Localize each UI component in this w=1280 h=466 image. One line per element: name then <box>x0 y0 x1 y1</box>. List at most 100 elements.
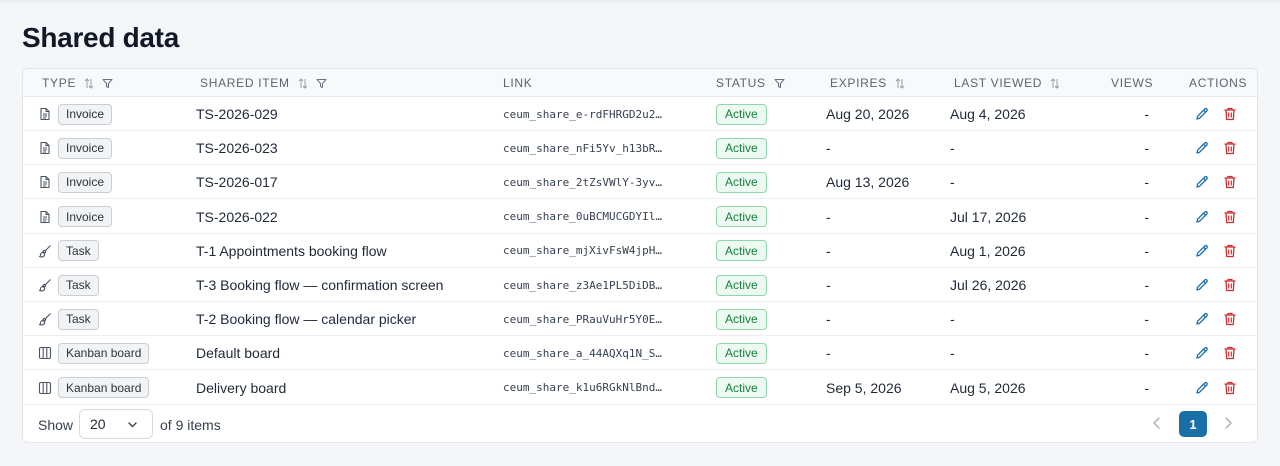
trash-icon[interactable] <box>1222 277 1238 293</box>
trash-icon[interactable] <box>1222 380 1238 396</box>
trash-icon[interactable] <box>1222 174 1238 190</box>
last-viewed-date: Aug 4, 2026 <box>950 106 1026 122</box>
views-count: - <box>1144 277 1149 293</box>
shared-item-name: TS-2026-017 <box>196 174 278 191</box>
document-icon <box>38 107 52 121</box>
trash-icon[interactable] <box>1222 209 1238 225</box>
last-viewed-cell: Jul 26, 2026 <box>950 268 1026 302</box>
pencil-icon[interactable] <box>1194 106 1210 122</box>
filter-icon[interactable] <box>316 78 327 89</box>
trash-icon[interactable] <box>1222 243 1238 259</box>
expires-date: Aug 20, 2026 <box>826 106 910 122</box>
table-row[interactable]: Kanban board Delivery board ceum_share_k1u… <box>23 371 1257 405</box>
table-row[interactable]: Task T-1 Appointments booking flow ceum_sh… <box>23 234 1257 268</box>
sort-icon[interactable] <box>84 77 94 89</box>
type-cell: Task <box>38 302 99 336</box>
shared-item-name: T-1 Appointments booking flow <box>196 242 387 259</box>
trash-icon[interactable] <box>1222 345 1238 361</box>
page-title: Shared data <box>22 22 179 53</box>
pencil-icon[interactable] <box>1194 243 1210 259</box>
views-cell: - <box>1107 371 1149 405</box>
sort-icon[interactable] <box>298 77 308 89</box>
type-cell: Invoice <box>38 97 113 131</box>
pencil-icon[interactable] <box>1194 174 1210 190</box>
table-row[interactable]: Kanban board Default board ceum_share_a_44… <box>23 336 1257 371</box>
link-cell: ceum_share_2tZsVWlY-3yv… <box>503 165 665 199</box>
column-link: LINK <box>503 69 532 97</box>
views-cell: - <box>1107 302 1149 336</box>
share-link[interactable]: ceum_share_mjXivFsW4jpH… <box>503 244 665 257</box>
shared-item-cell: Default board <box>196 336 280 370</box>
link-cell: ceum_share_z3Ae1PL5DiDB… <box>503 268 665 302</box>
actions-cell <box>1194 336 1238 370</box>
share-link[interactable]: ceum_share_a_44AQXq1N_S… <box>503 347 665 360</box>
last-viewed-date: - <box>950 140 955 157</box>
brush-icon <box>38 312 52 326</box>
column-expires: EXPIRES <box>830 69 905 97</box>
views-count: - <box>1144 311 1149 328</box>
shared-item-name: T-2 Booking flow — calendar picker <box>196 311 417 328</box>
page-size-value: 20 <box>90 416 106 432</box>
expires-date: - <box>826 311 831 328</box>
share-link[interactable]: ceum_share_0uBCMUCGDYIl… <box>503 210 665 223</box>
shared-item-cell: TS-2026-029 <box>196 97 278 131</box>
column-shared-item: SHARED ITEM <box>200 69 327 97</box>
type-cell: Invoice <box>38 165 113 199</box>
table-row[interactable]: Task T-2 Booking flow — calendar picker ce… <box>23 302 1257 337</box>
show-label: Show <box>38 417 74 433</box>
column-type-label: TYPE <box>42 76 77 90</box>
shared-item-cell: T-2 Booking flow — calendar picker <box>196 302 416 336</box>
trash-icon[interactable] <box>1222 106 1238 122</box>
share-link[interactable]: ceum_share_z3Ae1PL5DiDB… <box>503 279 665 292</box>
page-size-select[interactable]: 20 <box>79 409 153 439</box>
type-cell: Kanban board <box>38 371 150 405</box>
chevron-left-icon[interactable] <box>1151 416 1163 430</box>
table-footer: Show 20 of 9 items 1 <box>23 405 1257 442</box>
type-tag: Kanban board <box>58 377 150 399</box>
shared-item-cell: T-3 Booking flow — confirmation screen <box>196 268 443 302</box>
column-last-viewed: LAST VIEWED <box>954 69 1060 97</box>
shared-item-name: TS-2026-023 <box>196 140 278 157</box>
table-row[interactable]: Invoice TS-2026-017 ceum_share_2tZsVWlY-3y… <box>23 165 1257 200</box>
share-link[interactable]: ceum_share_k1u6RGkNlBnd… <box>503 381 665 394</box>
trash-icon[interactable] <box>1222 311 1238 327</box>
pencil-icon[interactable] <box>1194 311 1210 327</box>
type-tag: Invoice <box>58 137 113 159</box>
trash-icon[interactable] <box>1222 140 1238 156</box>
share-link[interactable]: ceum_share_e-rdFHRGD2u2… <box>503 108 665 121</box>
pencil-icon[interactable] <box>1194 140 1210 156</box>
link-cell: ceum_share_k1u6RGkNlBnd… <box>503 371 665 405</box>
column-actions-label: ACTIONS <box>1189 76 1248 90</box>
page-number-button[interactable]: 1 <box>1179 411 1207 437</box>
expires-date: - <box>826 208 831 225</box>
pencil-icon[interactable] <box>1194 380 1210 396</box>
views-cell: - <box>1107 200 1149 234</box>
sort-icon[interactable] <box>895 77 905 89</box>
shared-item-cell: Delivery board <box>196 371 286 405</box>
table-row[interactable]: Invoice TS-2026-029 ceum_share_e-rdFHRGD2u… <box>23 97 1257 131</box>
table-header: TYPE SHARED ITEM LINK STATUS EXPIRES LAS… <box>23 69 1257 97</box>
expires-cell: Aug 20, 2026 <box>826 97 909 131</box>
top-divider <box>0 0 1280 3</box>
type-cell: Task <box>38 268 99 302</box>
actions-cell <box>1194 302 1238 336</box>
share-link[interactable]: ceum_share_PRauVuHr5Y0E… <box>503 313 665 326</box>
filter-icon[interactable] <box>774 78 785 89</box>
pencil-icon[interactable] <box>1194 209 1210 225</box>
share-link[interactable]: ceum_share_2tZsVWlY-3yv… <box>503 176 665 189</box>
sort-icon[interactable] <box>1050 77 1060 89</box>
type-tag: Invoice <box>58 103 113 125</box>
pencil-icon[interactable] <box>1194 277 1210 293</box>
share-link[interactable]: ceum_share_nFi5Yv_h13bR… <box>503 142 665 155</box>
type-tag: Task <box>58 308 99 330</box>
table-row[interactable]: Task T-3 Booking flow — confirmation scre… <box>23 268 1257 302</box>
table-row[interactable]: Invoice TS-2026-022 ceum_share_0uBCMUCGDYI… <box>23 200 1257 234</box>
filter-icon[interactable] <box>102 78 113 89</box>
status-cell: Active <box>716 200 767 234</box>
table-row[interactable]: Invoice TS-2026-023 ceum_share_nFi5Yv_h13b… <box>23 131 1257 166</box>
pencil-icon[interactable] <box>1194 345 1210 361</box>
views-count: - <box>1144 208 1149 225</box>
last-viewed-cell: - <box>950 131 955 165</box>
expires-cell: - <box>826 302 831 336</box>
chevron-right-icon[interactable] <box>1222 416 1234 430</box>
